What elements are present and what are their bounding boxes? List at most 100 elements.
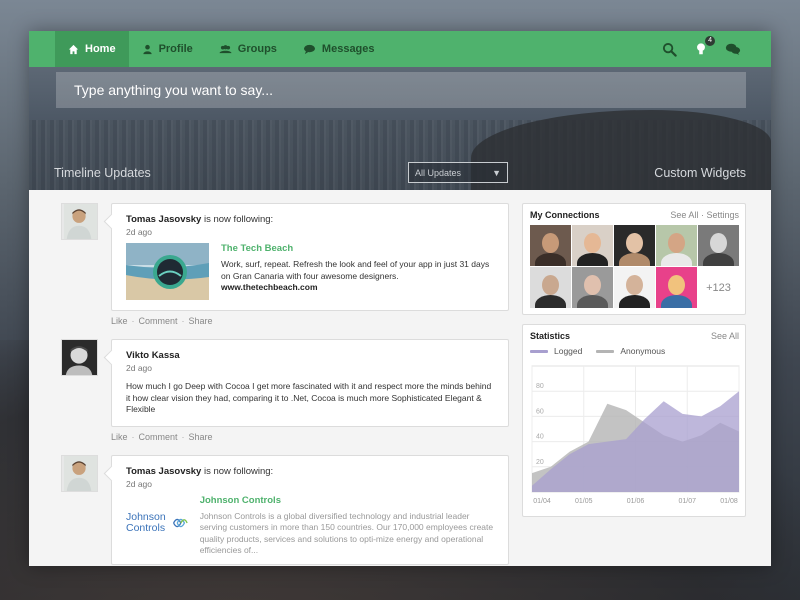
chat-icon bbox=[303, 44, 315, 54]
post-header: Tomas Jasovsky is now following: bbox=[126, 214, 494, 225]
comment-link[interactable]: Comment bbox=[139, 316, 178, 326]
timeline-updates-label: Timeline Updates bbox=[54, 166, 151, 180]
separator: · bbox=[131, 431, 135, 442]
notification-badge: 4 bbox=[705, 36, 715, 46]
nav-item-groups[interactable]: Groups bbox=[206, 31, 290, 67]
connection-avatar[interactable] bbox=[614, 267, 655, 308]
more-connections[interactable]: +123 bbox=[698, 267, 739, 308]
avatar[interactable] bbox=[61, 203, 98, 240]
group-icon bbox=[219, 44, 232, 53]
separator: · bbox=[181, 431, 185, 442]
hero-banner: Timeline Updates All Updates ▼ Custom Wi… bbox=[29, 67, 771, 190]
chart-container: 20 40 60 80 01/04 01/05 01/06 01/07 01/08 bbox=[523, 362, 745, 516]
post-actions: Like · Comment · Share bbox=[111, 311, 509, 339]
post-header: Tomas Jasovsky is now following: bbox=[126, 466, 494, 477]
connection-avatar[interactable] bbox=[572, 267, 613, 308]
connection-avatar[interactable] bbox=[656, 267, 697, 308]
feed-card: Tomas Jasovsky is now following: 2d ago … bbox=[111, 454, 509, 565]
comment-link[interactable]: Comment bbox=[139, 432, 178, 442]
author-name[interactable]: Tomas Jasovsky bbox=[126, 214, 201, 225]
nav-item-home[interactable]: Home bbox=[55, 31, 129, 67]
chat-button[interactable] bbox=[725, 41, 741, 57]
johnson-controls-logo[interactable]: Johnson Controls bbox=[126, 495, 188, 552]
nav-actions: 4 bbox=[661, 31, 741, 67]
shared-link[interactable]: Johnson Controls Johnson Controls Johnso… bbox=[126, 495, 494, 557]
chart-legend: Logged Anonymous bbox=[523, 346, 745, 362]
status-input[interactable] bbox=[56, 72, 746, 108]
post-action: is now following: bbox=[201, 465, 274, 477]
connections-widget: My Connections See All · Settings +123 bbox=[522, 203, 746, 315]
connection-avatar[interactable] bbox=[530, 225, 571, 266]
shared-link-text: Johnson Controls Johnson Controls is a g… bbox=[200, 495, 494, 557]
legend-label: Anonymous bbox=[620, 346, 666, 356]
y-tick-label: 80 bbox=[536, 383, 544, 390]
see-all-link[interactable]: See All bbox=[711, 331, 739, 341]
shared-link-description: Work, surf, repeat. Refresh the look and… bbox=[221, 259, 490, 281]
nav-item-label: Home bbox=[85, 43, 116, 55]
connection-avatar[interactable] bbox=[614, 225, 655, 266]
author-name[interactable]: Tomas Jasovsky bbox=[126, 466, 201, 477]
statistics-area-chart: 20 40 60 80 01/04 01/05 01/06 01/07 01/08 bbox=[531, 365, 740, 505]
logo-text-line: Controls bbox=[126, 522, 166, 534]
share-link[interactable]: Share bbox=[189, 316, 213, 326]
caret-down-icon: ▼ bbox=[492, 167, 501, 178]
connection-avatar[interactable] bbox=[698, 225, 739, 266]
avatar[interactable] bbox=[61, 454, 98, 492]
search-icon bbox=[662, 42, 677, 57]
separator: · bbox=[700, 210, 704, 220]
x-tick-label: 01/07 bbox=[678, 498, 696, 505]
logo-wordmark: Johnson Controls bbox=[126, 512, 166, 534]
user-icon bbox=[142, 44, 152, 54]
nav-item-label: Groups bbox=[237, 43, 277, 55]
shared-link-description: Johnson Controls is a global diversified… bbox=[199, 510, 494, 556]
notifications-button[interactable]: 4 bbox=[693, 36, 715, 57]
shared-link-title[interactable]: Johnson Controls bbox=[200, 495, 494, 506]
widgets-column: My Connections See All · Settings +123 S… bbox=[522, 203, 746, 526]
updates-filter-select[interactable]: All Updates ▼ bbox=[408, 162, 508, 183]
like-link[interactable]: Like bbox=[111, 432, 128, 442]
connection-avatar[interactable] bbox=[572, 225, 613, 266]
separator: · bbox=[181, 316, 185, 326]
feed-item: Tomas Jasovsky is now following: 2d ago bbox=[61, 203, 509, 339]
shared-link-text: The Tech Beach Work, surf, repeat. Refre… bbox=[221, 243, 494, 300]
chat-bubbles-icon bbox=[725, 43, 741, 55]
legend-item-anonymous[interactable]: Anonymous bbox=[596, 346, 665, 356]
shared-link[interactable]: The Tech Beach Work, surf, repeat. Refre… bbox=[126, 243, 494, 300]
x-tick-label: 01/04 bbox=[533, 498, 551, 505]
post-time: 2d ago bbox=[126, 363, 152, 373]
post-text: How much I go Deep with Cocoa I get more… bbox=[126, 381, 492, 414]
nav-item-label: Messages bbox=[321, 43, 375, 55]
legend-label: Logged bbox=[554, 346, 583, 356]
nav-item-messages[interactable]: Messages bbox=[290, 31, 388, 67]
like-link[interactable]: Like bbox=[111, 316, 128, 326]
connection-avatar[interactable] bbox=[530, 267, 571, 308]
app-window: Home Profile Groups Messages 4 Type anyt… bbox=[29, 31, 771, 566]
author-name[interactable]: Vikto Kassa bbox=[126, 350, 180, 361]
search-button[interactable] bbox=[661, 41, 677, 57]
shared-link-url[interactable]: www.thetechbeach.com bbox=[221, 282, 494, 292]
nav-item-label: Profile bbox=[158, 43, 193, 55]
post-time: 2d ago bbox=[126, 227, 152, 237]
post-time: 2d ago bbox=[126, 478, 152, 489]
nav-item-profile[interactable]: Profile bbox=[129, 31, 206, 67]
top-navigation: Home Profile Groups Messages 4 bbox=[29, 31, 771, 67]
share-link[interactable]: Share bbox=[189, 432, 213, 442]
x-tick-label: 01/05 bbox=[575, 498, 593, 505]
avatar[interactable] bbox=[61, 339, 98, 376]
widget-title: Statistics bbox=[530, 331, 571, 341]
feed-card: Tomas Jasovsky is now following: 2d ago bbox=[111, 203, 509, 311]
legend-swatch bbox=[596, 349, 615, 353]
widget-links: See All · Settings bbox=[670, 210, 739, 220]
see-all-link[interactable]: See All bbox=[670, 210, 698, 220]
legend-item-logged[interactable]: Logged bbox=[530, 346, 582, 356]
home-icon bbox=[68, 44, 79, 54]
filter-value: All Updates bbox=[415, 167, 462, 178]
settings-link[interactable]: Settings bbox=[706, 210, 739, 220]
feed-item: Vikto Kassa 2d ago How much I go Deep wi… bbox=[61, 339, 509, 455]
post-action: is now following: bbox=[201, 214, 274, 225]
custom-widgets-label: Custom Widgets bbox=[654, 166, 746, 180]
widget-header: Statistics See All bbox=[523, 325, 745, 346]
tech-beach-thumbnail[interactable] bbox=[126, 243, 209, 300]
shared-link-title[interactable]: The Tech Beach bbox=[221, 243, 494, 254]
connection-avatar[interactable] bbox=[656, 225, 697, 266]
